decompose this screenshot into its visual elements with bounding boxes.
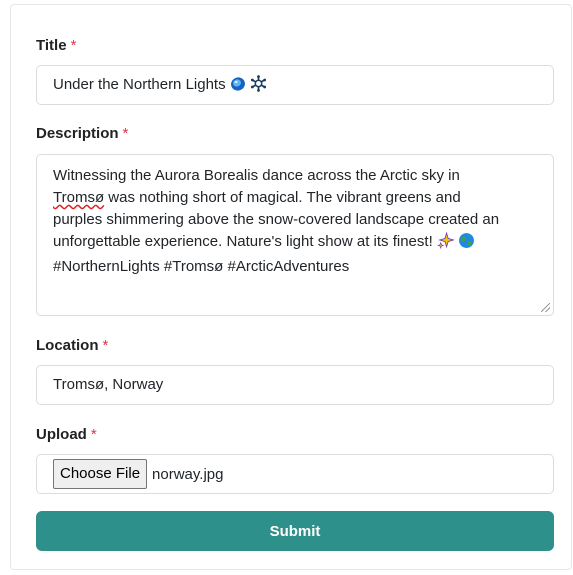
blue-gem-icon xyxy=(230,69,246,107)
resize-grip-icon[interactable] xyxy=(541,303,550,312)
selected-file-name: norway.jpg xyxy=(152,465,224,483)
required-mark: * xyxy=(90,426,97,443)
description-line: purples shimmering above the snow-covere… xyxy=(53,211,500,228)
sparkles-icon xyxy=(436,231,455,256)
description-label-text: Description xyxy=(36,125,119,142)
required-mark: * xyxy=(102,337,109,354)
description-textarea[interactable]: Witnessing the Aurora Borealis dance acr… xyxy=(36,154,554,316)
submit-button[interactable]: Submit xyxy=(36,511,554,551)
upload-label: Upload * xyxy=(36,426,97,444)
title-input[interactable]: Under the Northern Lights xyxy=(36,65,554,105)
description-line: unforgettable experience. Nature's light… xyxy=(53,233,433,250)
snowflake-icon xyxy=(250,69,267,107)
choose-file-button[interactable]: Choose File xyxy=(53,459,148,489)
file-upload-field: Choose File norway.jpg xyxy=(36,454,554,494)
title-label-text: Title xyxy=(36,37,67,54)
description-line: Witnessing the Aurora Borealis dance acr… xyxy=(53,167,460,184)
location-label: Location * xyxy=(36,337,108,355)
location-input-value: Tromsø, Norway xyxy=(53,376,164,393)
description-label: Description * xyxy=(36,125,128,143)
location-input[interactable]: Tromsø, Norway xyxy=(36,365,554,405)
title-label: Title * xyxy=(36,37,76,55)
location-label-text: Location xyxy=(36,337,99,354)
globe-icon xyxy=(458,232,475,256)
required-mark: * xyxy=(70,37,77,54)
required-mark: * xyxy=(122,125,129,142)
title-input-value: Under the Northern Lights xyxy=(53,76,226,93)
description-line: was nothing short of magical. The vibran… xyxy=(104,189,461,206)
description-line: #NorthernLights #Tromsø #ArcticAdventure… xyxy=(53,258,350,275)
misspelled-word: Tromsø xyxy=(53,189,105,206)
upload-label-text: Upload xyxy=(36,426,87,443)
